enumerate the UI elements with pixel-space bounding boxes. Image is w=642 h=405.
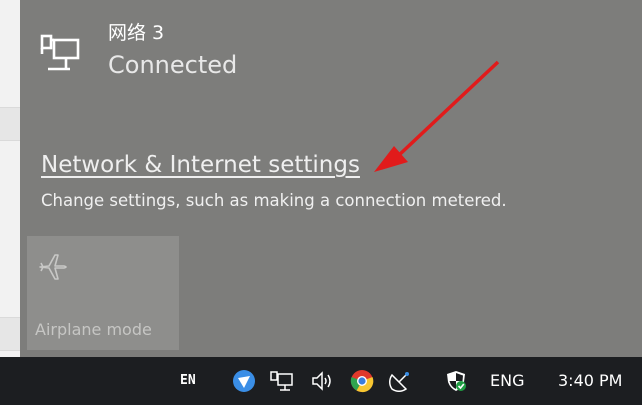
- volume-icon[interactable]: [310, 369, 334, 393]
- network-internet-settings-link[interactable]: Network & Internet settings: [41, 152, 360, 178]
- clock[interactable]: 3:40 PM: [558, 371, 622, 390]
- red-arrow-annotation: [374, 60, 500, 172]
- network-status: Connected: [108, 51, 238, 79]
- input-language[interactable]: ENG: [490, 371, 524, 390]
- network-flyout: 网络 3 Connected Network & Internet settin…: [20, 0, 642, 357]
- wired-network-icon: [40, 34, 80, 71]
- background-band: [0, 107, 20, 141]
- satellite-icon[interactable]: [388, 369, 412, 393]
- shield-app-icon[interactable]: [232, 369, 256, 393]
- airplane-icon: [39, 254, 67, 280]
- background-window: [0, 0, 20, 357]
- airplane-mode-label: Airplane mode: [35, 320, 152, 339]
- ime-indicator[interactable]: EN: [180, 373, 196, 388]
- network-icon[interactable]: [270, 369, 294, 393]
- taskbar: EN ENG 3:40 PM: [0, 357, 642, 405]
- network-name: 网络 3: [108, 22, 165, 44]
- settings-description: Change settings, such as making a connec…: [41, 191, 507, 210]
- airplane-mode-tile[interactable]: Airplane mode: [27, 236, 179, 350]
- chrome-icon[interactable]: [350, 369, 374, 393]
- security-icon[interactable]: [444, 369, 468, 393]
- background-band: [0, 317, 20, 351]
